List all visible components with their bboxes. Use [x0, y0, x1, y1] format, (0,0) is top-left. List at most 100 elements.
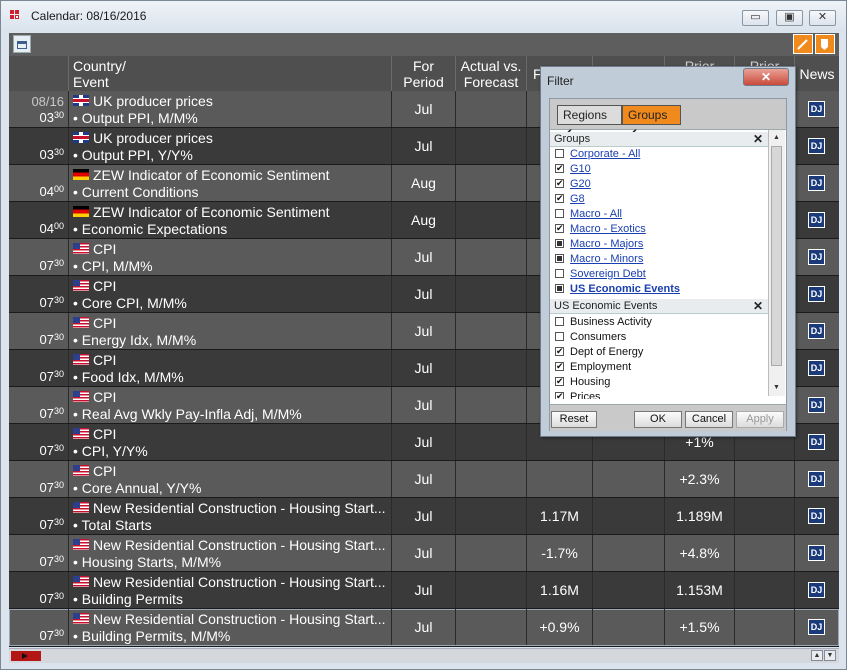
- dj-news-icon[interactable]: DJ: [808, 175, 825, 191]
- checkbox-icon[interactable]: [555, 239, 564, 248]
- dj-news-icon[interactable]: DJ: [808, 619, 825, 635]
- checkbox-icon[interactable]: [555, 222, 564, 235]
- checkbox-icon[interactable]: [555, 149, 564, 158]
- play-marker-icon[interactable]: [11, 651, 41, 661]
- group-checkbox[interactable]: US Economic Events: [555, 283, 680, 298]
- avf-column-header[interactable]: Actual vs. Forecast: [456, 56, 527, 91]
- filter-scrollbar[interactable]: ▲ ▼: [768, 130, 785, 396]
- horizontal-scrollbar[interactable]: ▲ ▼: [9, 648, 839, 663]
- group-link[interactable]: Sovereign Debt: [570, 268, 646, 280]
- event-subtitle: • CPI, Y/Y%: [73, 443, 148, 459]
- edit-icon[interactable]: [793, 34, 813, 54]
- scroll-up-icon[interactable]: ▲: [811, 650, 823, 661]
- scroll-thumb[interactable]: [771, 146, 782, 366]
- group-checkbox[interactable]: Macro - Exotics: [555, 222, 646, 238]
- group-checkbox[interactable]: Macro - All: [555, 208, 622, 223]
- event-column-header[interactable]: Country/ Event: [69, 56, 392, 91]
- group-link[interactable]: G8: [570, 193, 585, 205]
- news-cell: DJ: [795, 165, 839, 201]
- group-link[interactable]: Macro - All: [570, 208, 622, 220]
- checkbox-icon[interactable]: [555, 209, 564, 218]
- group-link[interactable]: G20: [570, 178, 591, 190]
- period-column-header[interactable]: For Period: [392, 56, 456, 91]
- dj-news-icon[interactable]: DJ: [808, 471, 825, 487]
- sub-checkbox[interactable]: Business Activity: [555, 316, 652, 331]
- filter-close-button[interactable]: ✕: [743, 68, 789, 86]
- tag-icon[interactable]: [815, 34, 835, 54]
- table-row[interactable]: 0730 New Residential Construction - Housi…: [9, 535, 839, 572]
- scroll-down-icon[interactable]: ▼: [771, 382, 782, 393]
- clear-sub-icon[interactable]: ✕: [753, 299, 763, 313]
- checkbox-icon[interactable]: [555, 360, 564, 373]
- news-column-header[interactable]: News: [795, 56, 839, 91]
- checkbox-icon[interactable]: [555, 269, 564, 278]
- event-subtitle: • Output PPI, Y/Y%: [73, 147, 193, 163]
- sub-checkbox[interactable]: Housing: [555, 375, 610, 391]
- sub-checkbox[interactable]: Prices: [555, 391, 601, 399]
- checkbox-icon[interactable]: [555, 192, 564, 205]
- scroll-up-icon[interactable]: ▲: [771, 132, 782, 143]
- maximize-button[interactable]: ▣: [776, 10, 803, 26]
- period-cell: Aug: [392, 202, 456, 238]
- close-button[interactable]: ✕: [809, 10, 836, 26]
- checkbox-icon[interactable]: [555, 317, 564, 326]
- prior-cell: +2.3%: [665, 461, 735, 497]
- group-link[interactable]: G10: [570, 163, 591, 175]
- scroll-down-icon[interactable]: ▼: [824, 650, 836, 661]
- dj-news-icon[interactable]: DJ: [808, 508, 825, 524]
- group-checkbox[interactable]: G20: [555, 177, 591, 193]
- group-link[interactable]: Macro - Minors: [570, 253, 643, 265]
- group-checkbox[interactable]: G10: [555, 162, 591, 178]
- checkbox-icon[interactable]: [555, 391, 564, 399]
- group-checkbox[interactable]: Corporate - All: [555, 148, 640, 163]
- group-checkbox[interactable]: G8: [555, 192, 585, 208]
- dj-news-icon[interactable]: DJ: [808, 397, 825, 413]
- group-link[interactable]: Macro - Majors: [570, 238, 643, 250]
- checkbox-icon[interactable]: [555, 375, 564, 388]
- sub-checkbox[interactable]: Employment: [555, 360, 631, 376]
- dj-news-icon[interactable]: DJ: [808, 286, 825, 302]
- clear-groups-icon[interactable]: ✕: [753, 132, 763, 146]
- avf-cell: [456, 128, 527, 164]
- table-row[interactable]: 0730 CPI • Core Annual, Y/Y% Jul +2.3% DJ: [9, 461, 839, 498]
- group-link[interactable]: Corporate - All: [570, 148, 640, 160]
- sub-checkbox[interactable]: Dept of Energy: [555, 345, 643, 361]
- dj-news-icon[interactable]: DJ: [808, 582, 825, 598]
- group-link[interactable]: Macro - Exotics: [570, 223, 646, 235]
- time-column-header[interactable]: [9, 56, 69, 91]
- group-link[interactable]: US Economic Events: [570, 283, 680, 295]
- avf-cell: [456, 535, 527, 571]
- dj-news-icon[interactable]: DJ: [808, 212, 825, 228]
- dj-news-icon[interactable]: DJ: [808, 545, 825, 561]
- table-row[interactable]: 0730 New Residential Construction - Housi…: [9, 609, 839, 646]
- dj-news-icon[interactable]: DJ: [808, 360, 825, 376]
- checkbox-icon[interactable]: [555, 177, 564, 190]
- group-checkbox[interactable]: Sovereign Debt: [555, 268, 646, 283]
- dj-news-icon[interactable]: DJ: [808, 434, 825, 450]
- avf-cell: [456, 239, 527, 275]
- group-checkbox[interactable]: Macro - Minors: [555, 253, 643, 268]
- dj-news-icon[interactable]: DJ: [808, 323, 825, 339]
- checkbox-icon[interactable]: [555, 345, 564, 358]
- checkbox-icon[interactable]: [555, 332, 564, 341]
- apply-button[interactable]: Apply: [736, 411, 784, 428]
- checkbox-icon[interactable]: [555, 254, 564, 263]
- group-checkbox[interactable]: Macro - Majors: [555, 238, 643, 253]
- cancel-button[interactable]: Cancel: [685, 411, 733, 428]
- dj-news-icon[interactable]: DJ: [808, 138, 825, 154]
- reset-button[interactable]: Reset: [551, 411, 597, 428]
- ok-button[interactable]: OK: [634, 411, 682, 428]
- checkbox-icon[interactable]: [555, 162, 564, 175]
- tab-groups[interactable]: Groups ✔: [622, 105, 681, 140]
- dj-news-icon[interactable]: DJ: [808, 101, 825, 117]
- sub-checkbox[interactable]: Consumers: [555, 331, 626, 346]
- tab-regions[interactable]: Regions ✔: [557, 105, 622, 140]
- checkbox-icon[interactable]: [555, 284, 564, 293]
- time-cell: 08/16 0330: [9, 91, 69, 127]
- dj-news-icon[interactable]: DJ: [808, 249, 825, 265]
- title-bar[interactable]: Calendar: 08/16/2016 ▭ ▣ ✕: [1, 1, 846, 31]
- minimize-button[interactable]: ▭: [742, 10, 769, 26]
- table-row[interactable]: 0730 New Residential Construction - Housi…: [9, 498, 839, 535]
- table-row[interactable]: 0730 New Residential Construction - Housi…: [9, 572, 839, 609]
- calendar-icon[interactable]: [13, 35, 31, 53]
